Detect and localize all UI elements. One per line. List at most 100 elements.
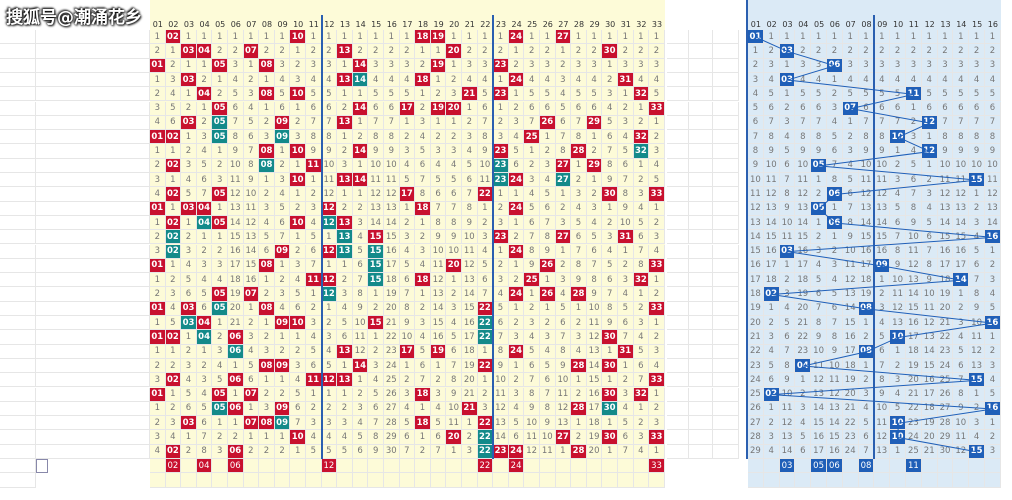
prediction-red-cell[interactable] [415, 459, 431, 474]
prediction-red-cell[interactable] [259, 473, 275, 488]
prediction-blue-cell[interactable]: 06 [827, 459, 843, 474]
prediction-red-cell[interactable] [508, 473, 525, 488]
issue-id[interactable] [0, 416, 36, 431]
prediction-red-cell[interactable] [321, 473, 338, 488]
prediction-red-cell[interactable] [555, 473, 572, 488]
prediction-red-cell[interactable] [446, 473, 462, 488]
issue-id[interactable] [0, 187, 36, 202]
prediction-blue-cell[interactable] [985, 473, 1001, 488]
issue-id[interactable] [0, 58, 36, 73]
prediction-blue-cell[interactable] [969, 459, 985, 474]
prediction-red-cell[interactable] [524, 459, 540, 474]
prediction-blue-cell[interactable] [921, 459, 938, 474]
issue-id[interactable] [0, 258, 36, 274]
prediction-red-cell[interactable] [618, 459, 634, 474]
prediction-red-cell[interactable] [150, 473, 166, 488]
prediction-blue-cell[interactable] [763, 459, 780, 474]
close-icon[interactable] [36, 459, 48, 474]
issue-id[interactable] [0, 373, 36, 388]
prediction-red-cell[interactable] [633, 473, 650, 488]
prediction-blue-cell[interactable] [827, 473, 843, 488]
prediction-label[interactable] [0, 459, 36, 474]
issue-id[interactable] [0, 430, 36, 445]
prediction-red-cell[interactable] [493, 473, 509, 488]
prediction-red-cell[interactable] [540, 473, 556, 488]
issue-id[interactable] [0, 230, 36, 245]
issue-id[interactable] [0, 101, 36, 116]
prediction-red-cell[interactable] [384, 473, 400, 488]
prediction-red-cell[interactable] [586, 473, 603, 488]
issue-id[interactable] [0, 144, 36, 159]
prediction-red-cell[interactable]: 33 [649, 459, 665, 474]
issue-id[interactable] [0, 401, 36, 417]
issue-id[interactable] [0, 158, 36, 173]
prediction-red-cell[interactable] [274, 459, 291, 474]
prediction-blue-cell[interactable] [779, 473, 796, 488]
issue-id[interactable] [0, 287, 36, 302]
prediction-red-cell[interactable] [415, 473, 431, 488]
prediction-red-cell[interactable] [290, 473, 306, 488]
prediction-red-cell[interactable] [181, 473, 197, 488]
prediction-blue-cell[interactable]: 05 [811, 459, 827, 474]
prediction-blue-cell[interactable] [748, 473, 764, 488]
prediction-blue-cell[interactable] [874, 459, 891, 474]
prediction-red-cell[interactable] [150, 459, 166, 474]
prediction-blue-cell[interactable] [858, 473, 875, 488]
prediction-blue-cell[interactable] [763, 473, 780, 488]
prediction-red-cell[interactable] [540, 459, 556, 474]
prediction-label[interactable] [0, 473, 36, 488]
issue-id[interactable] [0, 244, 36, 259]
issue-id[interactable] [0, 344, 36, 359]
prediction-red-cell[interactable] [399, 473, 416, 488]
prediction-blue-cell[interactable] [795, 459, 812, 474]
prediction-blue-cell[interactable] [842, 459, 859, 474]
prediction-blue-cell[interactable] [969, 473, 985, 488]
prediction-blue-cell[interactable] [937, 473, 954, 488]
prediction-red-cell[interactable] [633, 459, 650, 474]
prediction-blue-cell[interactable] [921, 473, 938, 488]
prediction-red-cell[interactable]: 22 [477, 459, 494, 474]
prediction-red-cell[interactable] [571, 459, 587, 474]
prediction-red-cell[interactable]: 24 [508, 459, 525, 474]
issue-id[interactable] [0, 444, 36, 459]
prediction-red-cell[interactable] [430, 459, 447, 474]
prediction-red-cell[interactable] [243, 473, 260, 488]
issue-id[interactable] [0, 215, 36, 231]
prediction-red-cell[interactable] [352, 473, 369, 488]
prediction-blue-cell[interactable] [906, 473, 922, 488]
prediction-red-cell[interactable] [524, 473, 540, 488]
prediction-blue-cell[interactable] [811, 473, 827, 488]
prediction-blue-cell[interactable]: 08 [858, 459, 875, 474]
prediction-blue-cell[interactable] [953, 459, 970, 474]
prediction-red-cell[interactable] [165, 473, 182, 488]
issue-id[interactable] [0, 273, 36, 288]
issue-id[interactable] [0, 358, 36, 374]
issue-id[interactable] [0, 44, 36, 59]
prediction-red-cell[interactable] [352, 459, 369, 474]
prediction-red-cell[interactable] [602, 459, 618, 474]
prediction-red-cell[interactable] [384, 459, 400, 474]
issue-id[interactable] [0, 115, 36, 131]
prediction-red-cell[interactable]: 12 [321, 459, 338, 474]
prediction-blue-cell[interactable] [748, 459, 764, 474]
prediction-blue-cell[interactable] [890, 459, 906, 474]
prediction-red-cell[interactable] [290, 459, 306, 474]
prediction-blue-cell[interactable]: 03 [779, 459, 796, 474]
prediction-blue-cell[interactable] [842, 473, 859, 488]
prediction-red-cell[interactable] [306, 459, 322, 474]
prediction-red-cell[interactable] [493, 459, 509, 474]
issue-id[interactable] [0, 72, 36, 88]
prediction-red-cell[interactable] [555, 459, 572, 474]
prediction-red-cell[interactable] [337, 459, 353, 474]
prediction-red-cell[interactable] [243, 459, 260, 474]
prediction-red-cell[interactable] [446, 459, 462, 474]
prediction-blue-cell[interactable] [985, 459, 1001, 474]
issue-id[interactable] [0, 330, 36, 345]
prediction-red-cell[interactable] [274, 473, 291, 488]
issue-id[interactable] [0, 387, 36, 402]
prediction-blue-cell[interactable] [874, 473, 891, 488]
prediction-red-cell[interactable] [337, 473, 353, 488]
prediction-red-cell[interactable] [306, 473, 322, 488]
prediction-red-cell[interactable] [399, 459, 416, 474]
prediction-red-cell[interactable] [586, 459, 603, 474]
